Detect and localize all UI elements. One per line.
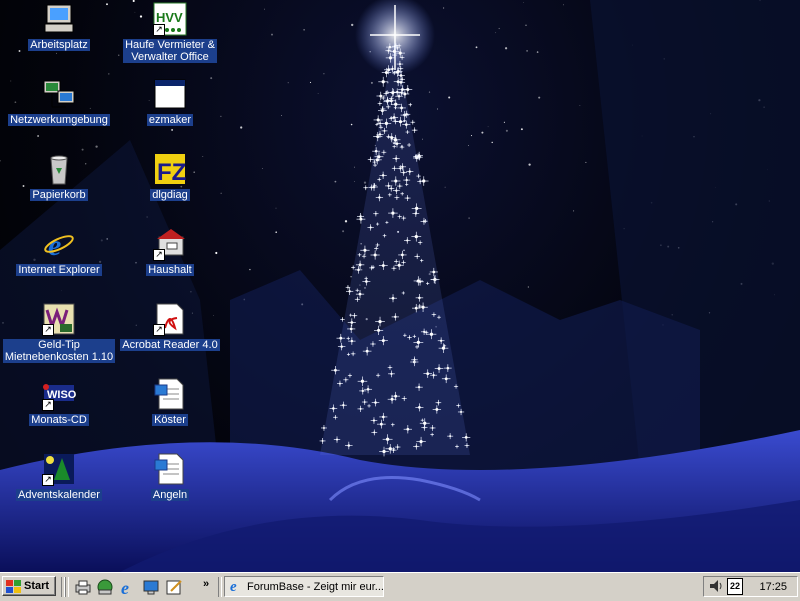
taskbar-button-label: ForumBase - Zeigt mir eur... bbox=[247, 580, 384, 593]
desktop-icon-label: Monats-CD bbox=[29, 414, 89, 426]
quicklaunch-internet-explorer-icon[interactable]: e bbox=[119, 578, 137, 598]
window-app-icon bbox=[153, 77, 187, 111]
desktop-icon-label: Haushalt bbox=[146, 264, 194, 276]
quicklaunch-chevron[interactable]: » bbox=[203, 578, 209, 590]
internet-explorer-icon: e bbox=[229, 578, 243, 595]
shortcut-arrow-icon: ↗ bbox=[42, 474, 54, 486]
tree-sparkle bbox=[410, 119, 416, 125]
clock[interactable]: 17:25 bbox=[759, 581, 787, 593]
desktop-icon-adventskalender[interactable]: ↗ Adventskalender bbox=[0, 452, 118, 501]
svg-text:e: e bbox=[230, 579, 237, 592]
desktop-icon-label: Arbeitsplatz bbox=[28, 39, 90, 51]
recycle-bin-icon bbox=[42, 152, 76, 186]
acrobat-reader-icon: ↗ bbox=[153, 302, 187, 336]
taskbar-button-forumbase[interactable]: e ForumBase - Zeigt mir eur... bbox=[224, 576, 384, 597]
volume-icon[interactable] bbox=[708, 578, 724, 597]
desktop-icon-label: Angeln bbox=[150, 489, 190, 501]
svg-text:e: e bbox=[48, 229, 61, 261]
filezilla-icon: FZ bbox=[153, 152, 187, 186]
document-icon bbox=[153, 377, 187, 411]
windows-logo-icon bbox=[6, 579, 21, 593]
desktop-icon-geld-tip[interactable]: ↗ Geld-Tip Mietnebenkosten 1.10 bbox=[0, 302, 118, 363]
calendar-date-icon[interactable]: 22 bbox=[727, 578, 743, 595]
desktop-icon-netzwerkumgebung[interactable]: Netzwerkumgebung bbox=[0, 77, 118, 126]
taskbar: Start e » e ForumBase - Zeigt mir eur...… bbox=[0, 572, 800, 601]
tree-sparkle bbox=[367, 156, 374, 163]
desktop-icon-dlgdiag[interactable]: FZ dlgdiag bbox=[111, 152, 229, 201]
start-label: Start bbox=[24, 580, 50, 592]
my-computer-icon bbox=[42, 2, 76, 36]
desktop-icon-acrobat-reader[interactable]: ↗ Acrobat Reader 4.0 bbox=[111, 302, 229, 351]
tree-sparkle bbox=[408, 102, 413, 107]
desktop-icon-label: Köster bbox=[152, 414, 188, 426]
desktop-icon-label: Haufe Vermieter & Verwalter Office bbox=[123, 39, 217, 63]
quicklaunch-network-icon[interactable] bbox=[96, 578, 114, 596]
network-neighborhood-icon bbox=[42, 77, 76, 111]
desktop-icon-ezmaker[interactable]: ezmaker bbox=[111, 77, 229, 126]
svg-text:e: e bbox=[121, 578, 129, 596]
internet-explorer-icon: e bbox=[42, 227, 76, 262]
desktop-icon-papierkorb[interactable]: Papierkorb bbox=[0, 152, 118, 201]
tree-sparkle bbox=[411, 127, 418, 133]
desktop-icon-label: Acrobat Reader 4.0 bbox=[120, 339, 220, 351]
desktop-icon-arbeitsplatz[interactable]: Arbeitsplatz bbox=[0, 2, 118, 51]
taskbar-separator bbox=[65, 577, 69, 597]
desktop-icon-monats-cd[interactable]: WISO ↗ Monats-CD bbox=[0, 377, 118, 426]
desktop-icon-label: Geld-Tip Mietnebenkosten 1.10 bbox=[2, 339, 116, 363]
advent-calendar-icon: ↗ bbox=[42, 452, 76, 486]
start-button[interactable]: Start bbox=[2, 576, 56, 596]
document-icon bbox=[153, 452, 187, 486]
shortcut-arrow-icon: ↗ bbox=[42, 324, 54, 336]
quicklaunch-desktop-icon[interactable] bbox=[142, 578, 160, 596]
system-tray: 22 17:25 bbox=[703, 576, 798, 597]
desktop-icon-haufe-office[interactable]: HVV ↗ Haufe Vermieter & Verwalter Office bbox=[111, 2, 229, 63]
household-app-icon: ↗ bbox=[153, 227, 187, 261]
svg-text:HVV: HVV bbox=[156, 10, 183, 25]
taskbar-separator bbox=[218, 577, 222, 597]
desktop-icon-label: dlgdiag bbox=[150, 189, 190, 201]
quicklaunch-printer-icon[interactable] bbox=[74, 578, 92, 596]
svg-text:FZ: FZ bbox=[157, 159, 186, 186]
desktop-icon-angeln[interactable]: Angeln bbox=[111, 452, 229, 501]
desktop-icon-haushalt[interactable]: ↗ Haushalt bbox=[111, 227, 229, 276]
quicklaunch-edit-icon[interactable] bbox=[165, 578, 183, 596]
tree-sparkle bbox=[377, 101, 383, 106]
shortcut-arrow-icon: ↗ bbox=[153, 24, 165, 36]
desktop-icon-label: ezmaker bbox=[146, 114, 194, 126]
shortcut-arrow-icon: ↗ bbox=[42, 399, 54, 411]
desktop-icon-koester[interactable]: Köster bbox=[111, 377, 229, 426]
desktop-icon-label: Netzwerkumgebung bbox=[8, 114, 110, 126]
desktop-icon-label: Papierkorb bbox=[30, 189, 88, 201]
shortcut-arrow-icon: ↗ bbox=[153, 324, 165, 336]
desktop[interactable]: Arbeitsplatz Netzwerkumgebung Papierkorb… bbox=[0, 0, 800, 572]
shortcut-arrow-icon: ↗ bbox=[153, 249, 165, 261]
desktop-icon-internet-explorer[interactable]: e Internet Explorer bbox=[0, 227, 118, 276]
geld-tip-icon: ↗ bbox=[42, 302, 76, 336]
wiso-icon: WISO ↗ bbox=[42, 377, 77, 411]
haufe-office-icon: HVV ↗ bbox=[153, 2, 187, 36]
desktop-icon-label: Internet Explorer bbox=[16, 264, 102, 276]
desktop-icon-label: Adventskalender bbox=[16, 489, 102, 501]
